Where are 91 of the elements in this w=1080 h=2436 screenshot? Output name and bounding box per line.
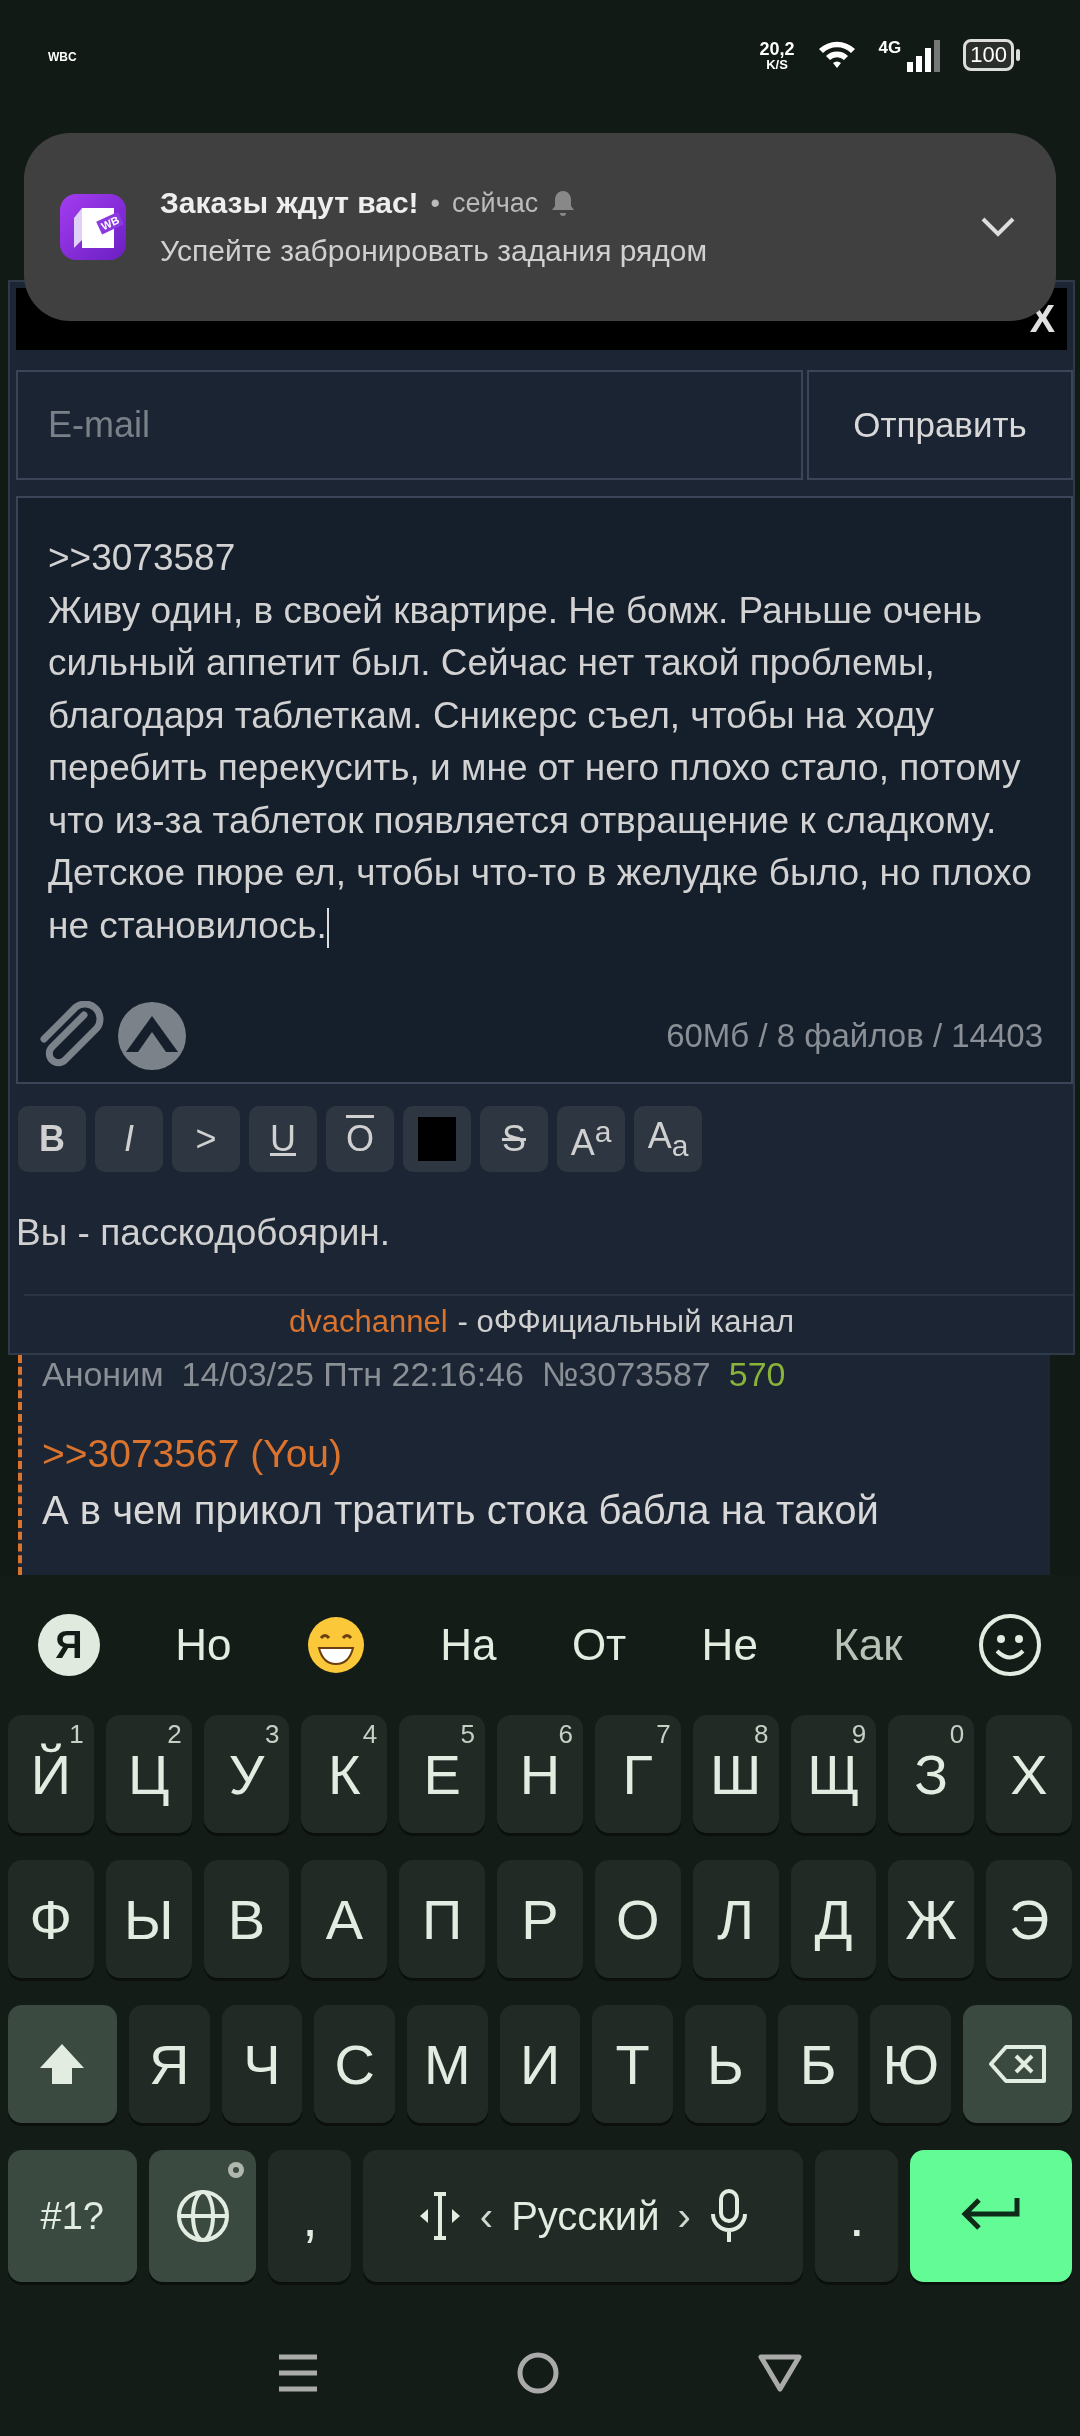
- network-speed: 20,2 K/S: [759, 39, 795, 71]
- previous-language-arrow: ‹: [479, 2193, 494, 2239]
- letter-key[interactable]: Ь: [685, 2005, 766, 2123]
- smiley-icon[interactable]: [977, 1613, 1042, 1677]
- letter-key[interactable]: А: [301, 1860, 388, 1978]
- comma-key[interactable]: ,: [268, 2150, 352, 2282]
- language-label: Русский: [511, 2193, 660, 2239]
- letter-key[interactable]: И: [499, 2005, 581, 2123]
- letter-key[interactable]: Н 6: [497, 1715, 583, 1833]
- back-icon[interactable]: [757, 2352, 804, 2393]
- letter-key[interactable]: Ш 8: [692, 1715, 779, 1833]
- letter-key[interactable]: Ф: [8, 1860, 94, 1978]
- format-button[interactable]: I: [95, 1106, 163, 1172]
- letter-key[interactable]: С: [314, 2005, 395, 2123]
- suggestion[interactable]: Как: [833, 1620, 903, 1670]
- backspace-icon: [987, 2044, 1048, 2084]
- letter-key[interactable]: Б: [777, 2005, 859, 2123]
- letter-key[interactable]: Ц 2: [105, 1715, 192, 1833]
- letter-key[interactable]: Я: [128, 2005, 210, 2123]
- reply-link[interactable]: >>3073567 (You): [42, 1432, 342, 1476]
- space-key[interactable]: ‹ Русский ›: [363, 2150, 804, 2282]
- letter-key[interactable]: Л: [692, 1860, 779, 1978]
- letter-key[interactable]: П: [399, 1860, 486, 1978]
- letter-key[interactable]: З 0: [888, 1715, 975, 1833]
- letter-key[interactable]: Х: [986, 1715, 1072, 1833]
- letter-key[interactable]: Ы: [105, 1860, 192, 1978]
- bell-icon: [550, 189, 577, 217]
- letter-key[interactable]: Т: [592, 2005, 674, 2123]
- letter-key[interactable]: Г 7: [594, 1715, 681, 1833]
- letter-key[interactable]: Ю: [870, 2005, 952, 2123]
- letter-key[interactable]: Ч: [221, 2005, 303, 2123]
- suggestion[interactable]: Не: [701, 1620, 758, 1670]
- format-button[interactable]: A$^{a}$: [557, 1106, 625, 1172]
- suggestion[interactable]: Но: [175, 1620, 232, 1670]
- upload-limits: 60Мб / 8 файлов / 14403: [666, 1017, 1043, 1055]
- separator-dot: •: [430, 187, 441, 219]
- message-text: >>3073587 Живу один, в своей квартире. Не бомж. Раньше очень сильный аппетит был. Сейчас нет такой проблемы, благодаря таблеткам. Сникерс съел, чтобы на ходу перебить перекусить, и мне от него плохо стало, потому что из-за таблеток появляется отвращение к сладкому. Детское пюре ел, чтобы что-то в желудке было, но плохо не становилось.: [48, 536, 1033, 950]
- format-button[interactable]: B: [18, 1106, 86, 1172]
- email-field[interactable]: E-mail: [16, 370, 803, 480]
- format-button[interactable]: >: [172, 1106, 240, 1172]
- chevron-down-icon[interactable]: [980, 216, 1016, 238]
- post-number[interactable]: №3073587: [541, 1355, 711, 1394]
- letter-key[interactable]: Э: [986, 1860, 1072, 1978]
- reply-count: 570: [728, 1355, 786, 1394]
- letter-key[interactable]: Р: [497, 1860, 583, 1978]
- letter-key[interactable]: М: [407, 2005, 488, 2123]
- message-area[interactable]: [16, 496, 1073, 1084]
- notification-title: Заказы ждут вас!: [160, 186, 419, 220]
- shift-icon: [38, 2042, 87, 2086]
- letter-key[interactable]: Е 5: [399, 1715, 486, 1833]
- globe-icon: [174, 2188, 231, 2244]
- period-key[interactable]: .: [815, 2150, 899, 2282]
- app-icon: WB: [60, 194, 126, 260]
- home-icon[interactable]: [516, 2350, 560, 2395]
- notification-text: Успейте забронировать задания рядом: [160, 234, 709, 268]
- battery-indicator: 100: [963, 39, 1020, 71]
- grin-emoji-icon[interactable]: [306, 1616, 365, 1674]
- post-text: А в чем прикол тратить стока бабла на такой: [42, 1488, 880, 1533]
- letter-key[interactable]: О: [594, 1860, 681, 1978]
- format-button[interactable]: U: [249, 1106, 317, 1172]
- format-button[interactable]: O: [326, 1106, 394, 1172]
- suggestion[interactable]: На: [440, 1620, 497, 1670]
- letter-key[interactable]: Д: [790, 1860, 877, 1978]
- letter-key[interactable]: У 3: [203, 1715, 290, 1833]
- enter-key[interactable]: [910, 2150, 1072, 2282]
- microphone-icon: [708, 2188, 749, 2244]
- letter-key[interactable]: К 4: [301, 1715, 388, 1833]
- letter-key[interactable]: Й 1: [8, 1715, 94, 1833]
- keyboard-logo[interactable]: Я: [38, 1614, 100, 1676]
- letter-key[interactable]: Ж: [888, 1860, 975, 1978]
- symbols-key[interactable]: #1?: [8, 2150, 137, 2282]
- network-type: 4G: [878, 38, 902, 58]
- carrier-name: WBC: [48, 50, 77, 64]
- footer-text: - оФФициальный канал: [457, 1304, 794, 1340]
- format-button[interactable]: S: [480, 1106, 548, 1172]
- format-button[interactable]: A$_{a}$: [634, 1106, 702, 1172]
- signal-icon: [905, 38, 942, 72]
- post-author: Аноним: [42, 1355, 164, 1394]
- next-language-arrow: ›: [677, 2193, 691, 2239]
- letter-key[interactable]: В: [203, 1860, 290, 1978]
- post-date: 14/03/25 Птн 22:16:46: [181, 1355, 524, 1394]
- backspace-key[interactable]: [963, 2005, 1073, 2123]
- submit-button[interactable]: Отправить: [807, 370, 1073, 480]
- passcode-note: Вы - пасскодобоярин.: [16, 1212, 392, 1254]
- language-key[interactable]: [148, 2150, 257, 2282]
- menu-icon[interactable]: [276, 2352, 319, 2393]
- suggestion[interactable]: От: [571, 1620, 627, 1670]
- notification-time: сейчас: [452, 187, 539, 219]
- shift-key[interactable]: [8, 2005, 117, 2123]
- letter-key[interactable]: Щ 9: [790, 1715, 877, 1833]
- channel-link[interactable]: dvachannel: [289, 1304, 448, 1340]
